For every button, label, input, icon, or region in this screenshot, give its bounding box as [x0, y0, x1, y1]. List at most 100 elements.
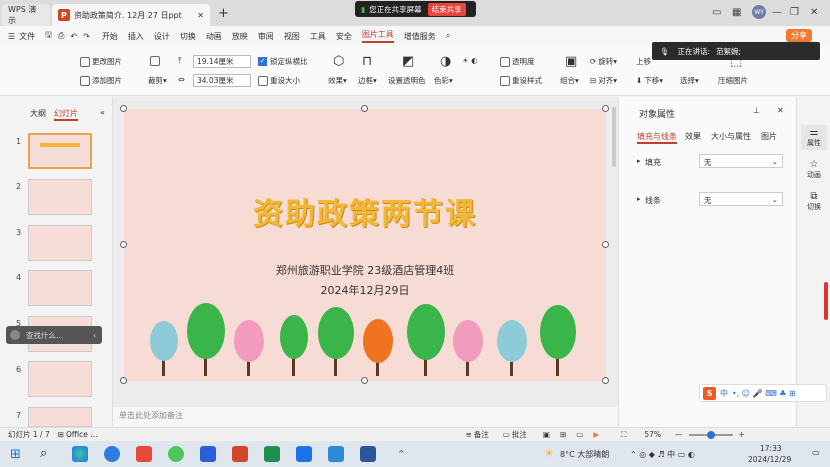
app-icon[interactable] [328, 446, 344, 462]
search-box[interactable]: 查找什么... ‹ [6, 326, 102, 344]
resize-handle[interactable] [120, 105, 127, 112]
tab-slides[interactable]: 幻灯片 [54, 108, 78, 121]
menu-picture-tools[interactable]: 图片工具 [361, 29, 394, 43]
lock-ratio-checkbox[interactable]: ✓ 锁定纵横比 [258, 56, 308, 67]
properties-button[interactable]: ⚌ 属性 [801, 125, 827, 150]
tray-icons[interactable]: ⌃ ◎ ◆ ♬ 中 ▭ ◐ [630, 449, 695, 460]
slide-thumbnail-2[interactable] [28, 179, 92, 215]
resize-handle[interactable] [602, 377, 609, 384]
fill-dropdown[interactable]: 无 ⌄ [699, 154, 783, 168]
menu-file[interactable]: 文件 [19, 31, 35, 42]
menu-transition[interactable]: 切换 [180, 31, 196, 42]
normal-view-icon[interactable]: ▣ [543, 430, 550, 439]
new-tab-icon[interactable]: + [218, 6, 229, 21]
transition-button[interactable]: ⧉ 切换 [801, 191, 827, 212]
reading-view-icon[interactable]: ▭ [576, 430, 583, 439]
color-button[interactable]: 色彩 ▾ [434, 75, 453, 86]
restore-icon[interactable]: ❐ [790, 7, 799, 18]
resize-handle[interactable] [602, 241, 609, 248]
grid-icon[interactable]: ▦ [732, 7, 741, 18]
notifications-icon[interactable]: ▭ [812, 448, 820, 457]
pin-icon[interactable]: ⊥ [753, 106, 760, 115]
tab-wps-presentation[interactable]: WPS 演示 [2, 4, 50, 26]
menu-review[interactable]: 审阅 [258, 31, 274, 42]
search-icon[interactable]: ⌕ [446, 31, 450, 41]
app-icon[interactable] [200, 446, 216, 462]
slide-thumbnail-6[interactable] [28, 361, 92, 397]
app-icon[interactable] [104, 446, 120, 462]
undo-icon[interactable]: ↶ [70, 32, 77, 41]
resize-handle[interactable] [361, 105, 368, 112]
zoom-level[interactable]: 57% [644, 430, 661, 439]
spreadsheet-icon[interactable] [264, 446, 280, 462]
animation-button[interactable]: ☆ 动画 [801, 159, 827, 180]
resize-handle[interactable] [361, 377, 368, 384]
comments-button[interactable]: 批注 [512, 429, 527, 440]
slide-thumbnail-4[interactable] [28, 270, 92, 306]
tab-size-properties[interactable]: 大小与属性 [711, 131, 751, 142]
share-button[interactable]: 分享 [786, 29, 812, 42]
zoom-slider-thumb[interactable] [706, 430, 715, 439]
collapse-panel-icon[interactable]: « [100, 108, 105, 117]
close-tab-icon[interactable]: ✕ [197, 11, 204, 20]
menu-view[interactable]: 视图 [284, 31, 300, 42]
wps-presentation-icon[interactable] [232, 446, 248, 462]
menu-icon[interactable]: ☰ [8, 32, 15, 41]
tab-document[interactable]: P 资助政策简介. 12月 27 日ppt ✕ [52, 4, 210, 26]
windows-start-icon[interactable]: ⊞ [10, 447, 21, 462]
vertical-scrollbar[interactable] [824, 282, 828, 320]
effects-button[interactable]: 效果 ▾ [328, 75, 347, 86]
slide-thumbnail-7[interactable] [28, 407, 92, 427]
theme-name[interactable]: Office ... [66, 430, 97, 439]
expand-fill-icon[interactable]: ▸ [637, 157, 641, 165]
menu-insert[interactable]: 插入 [128, 31, 144, 42]
weather-text[interactable]: 8°C 大部晴朗 [560, 449, 609, 460]
move-up-button[interactable]: 上移 [636, 56, 651, 67]
save-icon[interactable]: 🖫 [45, 29, 52, 43]
ime-toolbar[interactable]: S 中 •, ☺ 🎤 ⌨ ♣ ⊞ [699, 384, 827, 402]
zoom-in-icon[interactable]: + [739, 430, 745, 439]
reset-style-button[interactable]: 重设样式 [500, 75, 542, 86]
print-icon[interactable]: ⎙ [58, 31, 64, 41]
brightness-icon[interactable]: ☀ ◐ [462, 56, 478, 65]
redo-icon[interactable]: ↷ [83, 32, 90, 41]
compress-picture-button[interactable]: 压缩图片 [718, 75, 748, 86]
rotate-button[interactable]: ⟳ 旋转 ▾ [590, 56, 617, 67]
search-taskbar-icon[interactable]: ⌕ [40, 446, 47, 461]
border-button[interactable]: 边框 ▾ [358, 75, 377, 86]
menu-slideshow[interactable]: 放映 [232, 31, 248, 42]
move-down-button[interactable]: ⬇ 下移 ▾ [636, 75, 663, 86]
slide-thumbnail-3[interactable] [28, 225, 92, 261]
menu-value-added[interactable]: 增值服务 [404, 31, 436, 42]
crop-icon[interactable] [150, 56, 162, 66]
wechat-icon[interactable] [168, 446, 184, 462]
reset-size-button[interactable]: 重设大小 [258, 75, 300, 86]
zoom-out-icon[interactable]: — [675, 430, 683, 439]
crop-button[interactable]: 裁剪 ▾ [148, 75, 167, 86]
collapse-search-icon[interactable]: ‹ [93, 331, 96, 340]
sorter-view-icon[interactable]: ⊞ [560, 430, 566, 439]
edge-icon[interactable] [72, 446, 88, 462]
expand-line-icon[interactable]: ▸ [637, 195, 641, 203]
menu-security[interactable]: 安全 [336, 31, 352, 42]
set-transparent-button[interactable]: 设置透明色 [388, 75, 426, 86]
show-hidden-icons[interactable]: ^ [398, 449, 405, 458]
height-input[interactable]: 19.14厘米 [193, 55, 251, 68]
menu-home[interactable]: 开始 [102, 31, 118, 42]
close-panel-icon[interactable]: ✕ [777, 106, 784, 115]
transparency-button[interactable]: 透明度 [500, 56, 535, 67]
menu-animation[interactable]: 动画 [206, 31, 222, 42]
tab-fill-line[interactable]: 填充与线条 [637, 131, 677, 144]
menu-tools[interactable]: 工具 [310, 31, 326, 42]
slide-subtitle[interactable]: 郑州旅游职业学院 23级酒店管理4班 [124, 262, 606, 278]
group-button[interactable]: 组合 ▾ [560, 75, 579, 86]
zoom-slider[interactable] [688, 430, 733, 439]
word-icon[interactable] [360, 446, 376, 462]
menu-design[interactable]: 设计 [154, 31, 170, 42]
slide-title[interactable]: 资助政策两节课 [124, 189, 606, 233]
line-dropdown[interactable]: 无 ⌄ [699, 192, 783, 206]
select-button[interactable]: 选择 ▾ [680, 75, 699, 86]
trees-illustration[interactable] [124, 301, 606, 381]
notes-area[interactable]: 单击此处添加备注 [113, 407, 618, 427]
fit-window-icon[interactable]: ⛶ [621, 430, 626, 440]
